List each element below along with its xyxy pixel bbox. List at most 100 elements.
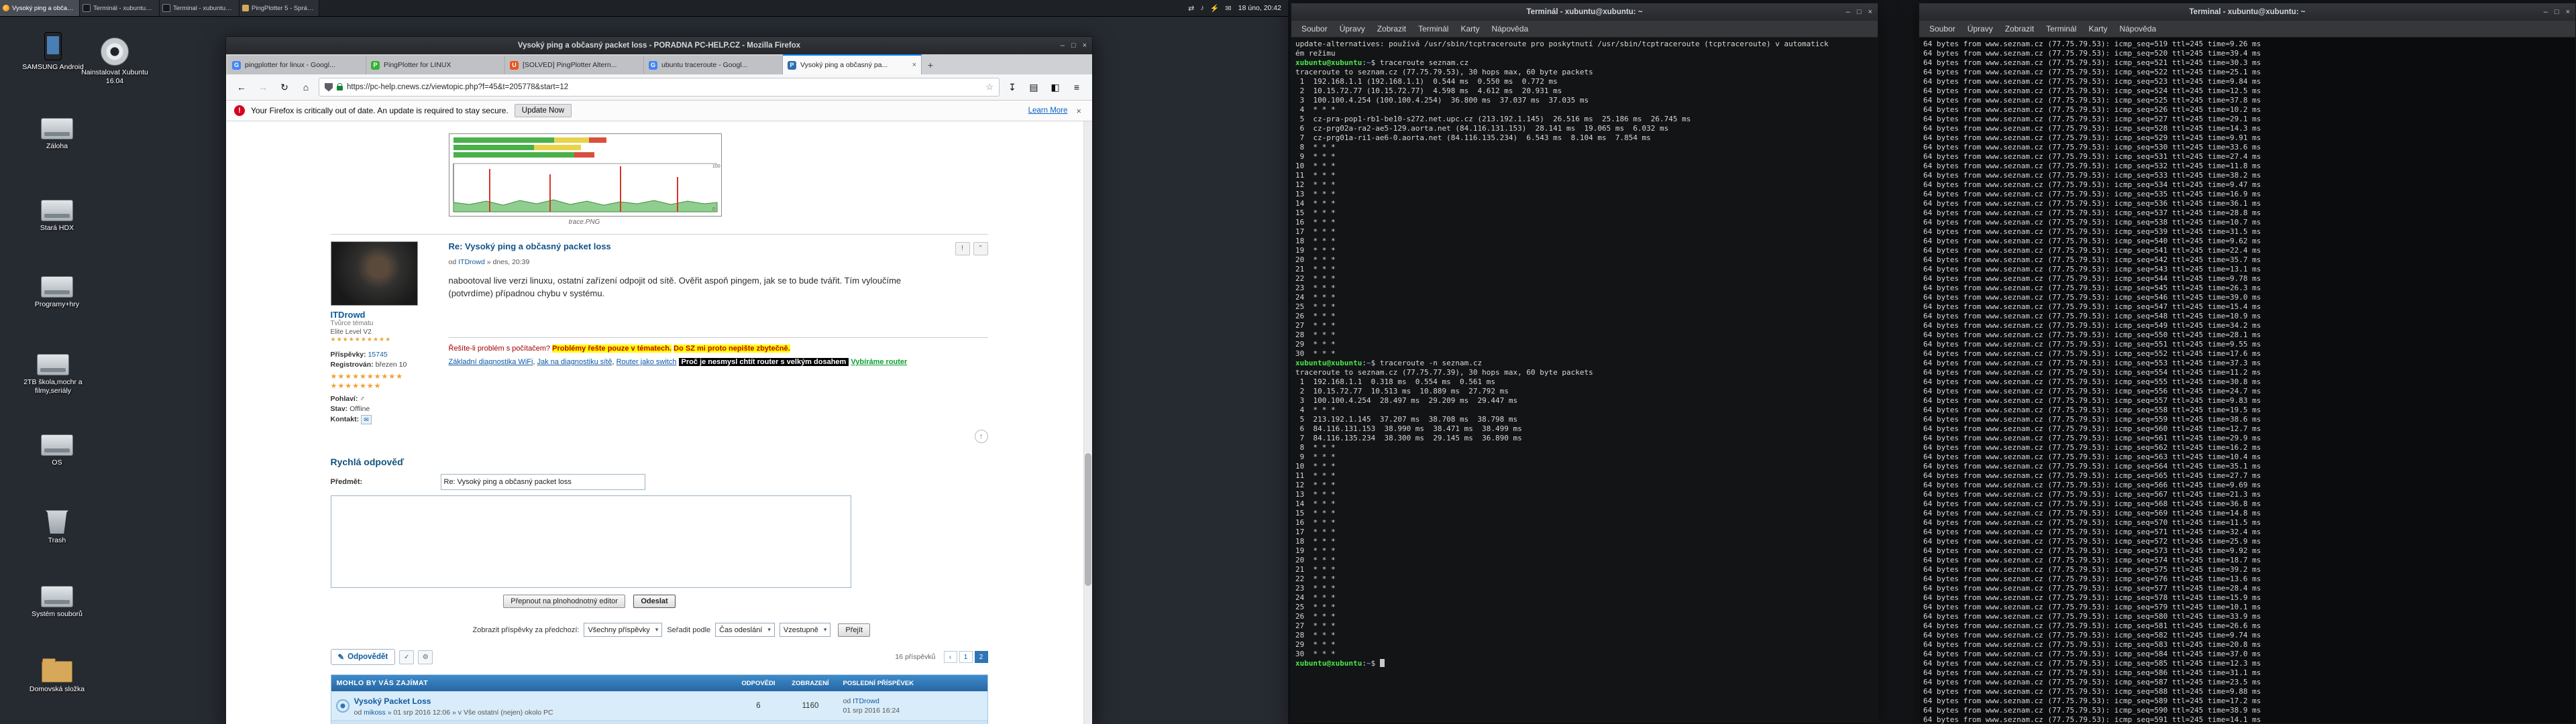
firefox-titlebar[interactable]: Vysoký ping a občasný packet loss - PORA…: [226, 37, 1092, 54]
desktop-icon-4[interactable]: Programy+hry: [20, 276, 94, 309]
menu-terminl[interactable]: Terminál: [2040, 24, 2082, 34]
subject-input[interactable]: [441, 474, 645, 490]
post-title-link[interactable]: Re: Vysoký ping a občasný packet loss: [449, 241, 952, 251]
sort-direction-select[interactable]: Vzestupně▾: [780, 623, 831, 637]
minimize-button[interactable]: –: [2544, 9, 2548, 16]
download-icon[interactable]: ↧: [1004, 78, 1021, 96]
posts-count-link[interactable]: 15745: [368, 351, 388, 359]
desktop-icon-2[interactable]: Záloha: [20, 118, 94, 151]
chevron-down-icon: ▾: [655, 626, 659, 634]
url-text[interactable]: https://pc-help.cnews.cz/viewtopic.php?f…: [347, 83, 981, 91]
posts-filter-select[interactable]: Všechny příspěvky▾: [584, 623, 662, 637]
bookmark-star-icon[interactable]: ☆: [985, 82, 994, 93]
menu-pravy[interactable]: Úpravy: [1962, 24, 1999, 34]
desktop-icon-5[interactable]: 2TB škola,mochr a filmy,seriály: [16, 354, 90, 395]
menu-zobrazit[interactable]: Zobrazit: [1999, 24, 2040, 34]
desktop-icon-8[interactable]: Systém souborů: [20, 586, 94, 619]
library-icon[interactable]: ▤: [1025, 78, 1042, 96]
byline-author-link[interactable]: ITDrowd: [458, 258, 485, 266]
menu-pravy[interactable]: Úpravy: [1334, 24, 1371, 34]
forward-button[interactable]: →: [254, 78, 272, 96]
close-button[interactable]: ×: [1868, 9, 1872, 16]
menu-karty[interactable]: Karty: [1454, 24, 1485, 34]
page-scrollbar[interactable]: [1083, 121, 1092, 724]
menu-npovda[interactable]: Nápověda: [1485, 24, 1534, 34]
network-icon[interactable]: ⇄: [1188, 4, 1194, 13]
topic-tools-icon[interactable]: ⚙: [418, 650, 433, 664]
back-to-top-button[interactable]: ↑: [975, 430, 988, 443]
post-author-link[interactable]: ITDrowd: [331, 310, 431, 320]
desktop-icon-3[interactable]: Stará HDX: [20, 200, 94, 233]
sidebar-icon[interactable]: ◧: [1046, 78, 1064, 96]
browser-tab-4[interactable]: PVysoký ping a občasný pa...×: [783, 54, 922, 74]
maximize-button[interactable]: □: [2555, 9, 2559, 16]
submit-button[interactable]: Odeslat: [633, 595, 675, 608]
menu-karty[interactable]: Karty: [2082, 24, 2113, 34]
prev-page-button[interactable]: ‹: [944, 651, 957, 663]
signature-link[interactable]: Router jako switch: [616, 358, 677, 366]
maximize-button[interactable]: □: [1071, 42, 1076, 50]
taskbar-button-1[interactable]: Terminál - xubuntu@xubu...: [80, 0, 160, 16]
tab-close-icon[interactable]: ×: [912, 61, 916, 69]
sort-field-select[interactable]: Čas odeslání▾: [715, 623, 775, 637]
tracking-shield-icon[interactable]: [325, 83, 333, 92]
terminal2-titlebar[interactable]: Terminal - xubuntu@xubuntu: ~ – □ ×: [1919, 3, 2575, 21]
go-button[interactable]: Přejít: [838, 623, 870, 637]
signature-link[interactable]: Vybíráme router: [851, 358, 907, 366]
reply-button[interactable]: ✎ Odpovědět: [331, 649, 396, 665]
topic-author-link[interactable]: mikoss: [364, 709, 386, 717]
browser-tab-3[interactable]: Gubuntu traceroute - Googl...: [644, 56, 783, 74]
topic-title-link[interactable]: Vysoký Packet Loss: [354, 697, 431, 706]
menu-npovda[interactable]: Nápověda: [2113, 24, 2162, 34]
minimize-button[interactable]: –: [1846, 9, 1850, 16]
desktop-icon-1[interactable]: Nainstalovat Xubuntu 16.04: [78, 38, 152, 85]
url-bar[interactable]: https://pc-help.cnews.cz/viewtopic.php?f…: [319, 78, 1000, 97]
browser-tab-0[interactable]: Gpingplotter for linux - Googl...: [227, 56, 366, 74]
menu-soubor[interactable]: Soubor: [1295, 24, 1334, 34]
clock[interactable]: 18 úno, 20:42: [1238, 0, 1288, 16]
close-button[interactable]: ×: [2566, 9, 2570, 16]
contact-pm-icon[interactable]: ✉: [361, 415, 372, 424]
menu-zobrazit[interactable]: Zobrazit: [1371, 24, 1412, 34]
messages-icon[interactable]: ✉: [1226, 4, 1232, 13]
taskbar-button-2[interactable]: Terminal - xubuntu@xubunt...: [160, 0, 239, 16]
update-now-button[interactable]: Update Now: [515, 104, 572, 117]
menu-icon[interactable]: ≡: [1068, 78, 1085, 96]
minimize-button[interactable]: –: [1061, 42, 1065, 50]
reply-textarea[interactable]: [331, 495, 851, 588]
desktop-icon-9[interactable]: Domovská složka: [20, 661, 94, 694]
new-tab-button[interactable]: +: [922, 56, 939, 74]
menu-terminl[interactable]: Terminál: [1412, 24, 1454, 34]
menu-soubor[interactable]: Soubor: [1923, 24, 1962, 34]
mark-read-icon[interactable]: ✓: [399, 650, 414, 664]
taskbar-button-0[interactable]: Vysoký ping a občasný pack...: [0, 0, 80, 16]
avatar[interactable]: [331, 241, 418, 306]
learn-more-link[interactable]: Learn More: [1028, 107, 1068, 115]
terminal1-titlebar[interactable]: Terminál - xubuntu@xubuntu: ~ – □ ×: [1291, 3, 1878, 21]
signature-link[interactable]: Základní diagnostika WiFi: [449, 358, 533, 366]
reload-button[interactable]: ↻: [276, 78, 293, 96]
terminal-output[interactable]: 64 bytes from www.seznam.cz (77.75.79.53…: [1919, 38, 2575, 723]
report-post-button[interactable]: !: [955, 242, 970, 255]
page-button-2[interactable]: 2: [975, 651, 988, 663]
desktop-icon-7[interactable]: Trash: [20, 509, 94, 545]
terminal-output[interactable]: update-alternatives: používá /usr/sbin/t…: [1291, 38, 1878, 722]
home-button[interactable]: ⌂: [297, 78, 315, 96]
volume-icon[interactable]: ♪: [1200, 4, 1204, 12]
scrollbar-thumb[interactable]: [1085, 453, 1091, 586]
quote-button[interactable]: ”: [973, 242, 988, 255]
notification-close-icon[interactable]: ×: [1073, 106, 1084, 116]
browser-tab-1[interactable]: PPingPlotter for LINUX: [366, 56, 505, 74]
browser-tab-2[interactable]: U[SOLVED] PingPlotter Altern...: [505, 56, 644, 74]
full-editor-button[interactable]: Přepnout na plnohodnotný editor: [503, 595, 625, 608]
page-button-1[interactable]: 1: [959, 651, 973, 663]
power-icon[interactable]: ⚡: [1210, 4, 1220, 13]
back-button[interactable]: ←: [233, 78, 250, 96]
attachment-image[interactable]: 100 0: [449, 133, 722, 217]
close-button[interactable]: ×: [1083, 42, 1087, 50]
signature-link[interactable]: Jak na diagnostiku sítě: [537, 358, 612, 366]
taskbar-button-3[interactable]: PingPlotter 5 - Správce soub...: [239, 0, 319, 16]
last-post-author-link[interactable]: ITDrowd: [853, 697, 879, 705]
desktop-icon-6[interactable]: OS: [20, 434, 94, 467]
maximize-button[interactable]: □: [1857, 9, 1862, 16]
